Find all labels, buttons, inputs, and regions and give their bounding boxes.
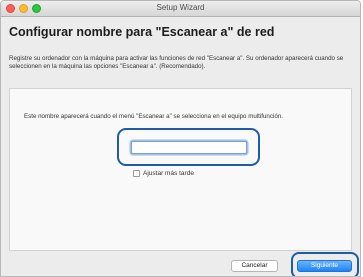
page-title: Configurar nombre para "Escanear a" de r…: [9, 25, 275, 39]
next-button[interactable]: Siguiente: [297, 260, 352, 272]
computer-name-input[interactable]: [131, 141, 247, 154]
setup-wizard-window: Setup Wizard Configurar nombre para "Esc…: [0, 0, 361, 277]
intro-text: Registre su ordenador con la máquina par…: [9, 55, 344, 70]
set-later-checkbox-row[interactable]: Ajustar más tarde: [133, 168, 194, 178]
panel-description: Este nombre aparecerá cuando el menú "Es…: [24, 113, 283, 120]
set-later-label[interactable]: Ajustar más tarde: [143, 170, 194, 177]
set-later-checkbox[interactable]: [133, 169, 140, 177]
title-bar: Setup Wizard: [1, 1, 360, 17]
window-title: Setup Wizard: [156, 3, 205, 12]
cancel-button[interactable]: Cancelar: [231, 260, 278, 272]
